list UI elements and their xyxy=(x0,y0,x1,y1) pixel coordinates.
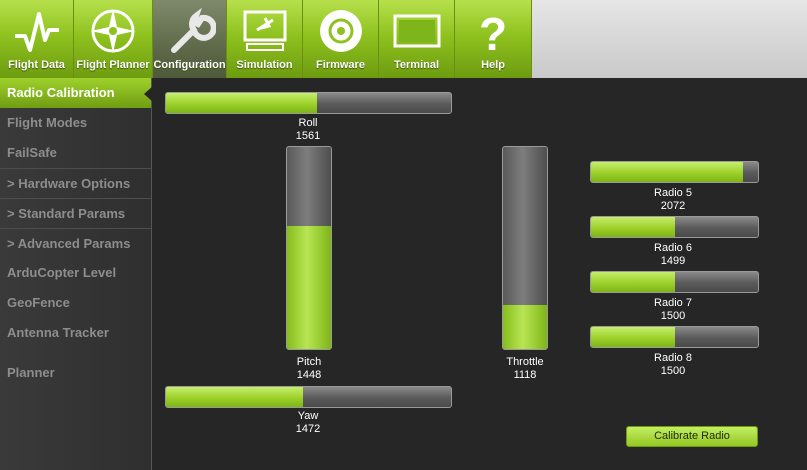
question-icon: ? xyxy=(479,8,507,56)
toolbar-configuration[interactable]: Configuration xyxy=(153,0,227,78)
toolbar-label: Flight Data xyxy=(8,59,65,71)
radio8-bar xyxy=(590,326,759,348)
toolbar-strip: Flight Data Flight Planner Configuration… xyxy=(0,0,532,78)
throttle-value: 1118 xyxy=(513,369,537,381)
radio6-bar xyxy=(590,216,759,238)
roll-caption: Roll 1561 xyxy=(258,117,358,143)
pitch-label: Pitch xyxy=(296,356,322,368)
throttle-bar-fill xyxy=(503,304,547,349)
sidebar-item-standard-params[interactable]: > Standard Params xyxy=(0,198,151,228)
calibrate-radio-button[interactable]: Calibrate Radio xyxy=(626,426,758,447)
roll-value: 1561 xyxy=(295,130,321,142)
radio5-label: Radio 5 xyxy=(654,187,692,199)
yaw-label: Yaw xyxy=(297,410,319,422)
radio7-value: 1500 xyxy=(660,310,686,322)
radio-calibration-panel: Roll 1561 Pitch 1448 Throttle 1118 Yaw 1… xyxy=(152,78,807,470)
throttle-label: Throttle xyxy=(506,356,544,368)
pulse-icon xyxy=(14,12,59,52)
pitch-bar-fill xyxy=(287,225,331,349)
toolbar-terminal[interactable]: Terminal xyxy=(379,0,455,78)
pitch-caption: Pitch 1448 xyxy=(259,356,359,382)
svg-text:?: ? xyxy=(479,8,507,56)
radio6-bar-fill xyxy=(591,217,675,237)
monitor-plane-icon xyxy=(243,10,286,51)
toolbar-label: Simulation xyxy=(236,59,293,71)
disc-icon xyxy=(319,10,362,52)
radio5-value: 2072 xyxy=(660,200,686,212)
radio8-caption: Radio 8 1500 xyxy=(623,352,723,378)
sidebar-item-failsafe[interactable]: FailSafe xyxy=(0,138,151,168)
toolbar-flight-data[interactable]: Flight Data xyxy=(0,0,74,78)
radio7-label: Radio 7 xyxy=(654,297,692,309)
roll-bar-fill xyxy=(166,93,318,113)
terminal-icon xyxy=(393,14,440,48)
toolbar-label: Help xyxy=(481,59,505,71)
radio5-caption: Radio 5 2072 xyxy=(623,187,723,213)
radio6-label: Radio 6 xyxy=(654,242,692,254)
toolbar-simulation[interactable]: Simulation xyxy=(227,0,303,78)
sidebar-item-advanced-params[interactable]: > Advanced Params xyxy=(0,228,151,258)
radio8-label: Radio 8 xyxy=(654,352,692,364)
radio6-value: 1499 xyxy=(660,255,686,267)
top-toolbar: Flight Data Flight Planner Configuration… xyxy=(0,0,807,78)
yaw-bar xyxy=(165,386,452,408)
pitch-bar xyxy=(286,146,332,350)
toolbar-label: Terminal xyxy=(393,59,440,71)
roll-bar xyxy=(165,92,452,114)
radio8-bar-fill xyxy=(591,327,675,347)
toolbar-firmware[interactable]: Firmware xyxy=(303,0,379,78)
yaw-bar-fill xyxy=(166,387,303,407)
toolbar-flight-planner[interactable]: Flight Planner xyxy=(74,0,153,78)
radio8-value: 1500 xyxy=(660,365,686,377)
wrench-icon xyxy=(170,7,216,53)
sidebar-item-planner[interactable]: Planner xyxy=(0,358,151,388)
sidebar-item-geofence[interactable]: GeoFence xyxy=(0,288,151,318)
radio5-bar-fill xyxy=(591,162,743,182)
sidebar-item-radio-calibration[interactable]: Radio Calibration xyxy=(0,78,151,108)
radio7-bar-fill xyxy=(591,272,675,292)
yaw-value: 1472 xyxy=(295,423,321,435)
toolbar-label: Configuration xyxy=(153,59,226,71)
radio6-caption: Radio 6 1499 xyxy=(623,242,723,268)
toolbar-help[interactable]: ? Help xyxy=(455,0,532,78)
sidebar-item-flight-modes[interactable]: Flight Modes xyxy=(0,108,151,138)
radio7-caption: Radio 7 1500 xyxy=(623,297,723,323)
sidebar-item-hardware-options[interactable]: > Hardware Options xyxy=(0,168,151,198)
yaw-caption: Yaw 1472 xyxy=(258,410,358,436)
sidebar: Radio Calibration Flight Modes FailSafe … xyxy=(0,78,152,470)
compass-icon xyxy=(91,9,135,53)
sidebar-item-arducopter-level[interactable]: ArduCopter Level xyxy=(0,258,151,288)
toolbar-label: Flight Planner xyxy=(76,59,150,71)
toolbar-label: Firmware xyxy=(316,59,365,71)
throttle-caption: Throttle 1118 xyxy=(475,356,575,382)
roll-label: Roll xyxy=(298,117,318,129)
throttle-bar xyxy=(502,146,548,350)
radio7-bar xyxy=(590,271,759,293)
sidebar-item-antenna-tracker[interactable]: Antenna Tracker xyxy=(0,318,151,348)
radio5-bar xyxy=(590,161,759,183)
pitch-value: 1448 xyxy=(296,369,322,381)
